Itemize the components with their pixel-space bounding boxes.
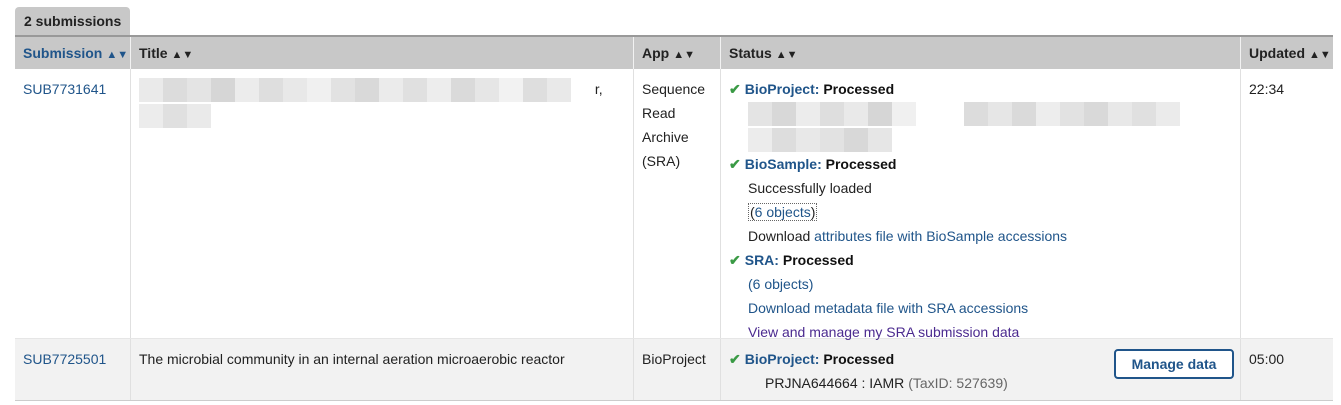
check-icon: ✔: [729, 251, 741, 268]
redacted-title-line2: [139, 103, 219, 128]
table-header: Submission ▲▼ Title ▲▼ App ▲▼ Status ▲▼ Upda…: [15, 35, 1333, 69]
updated-cell: 05:00: [1249, 351, 1285, 367]
sort-icon: ▲▼: [171, 49, 194, 61]
status-cell: ✔ BioProject: Processed PRJNA644664 : IAM…: [721, 339, 1241, 400]
biosample-objects-link[interactable]: (6 objects): [748, 202, 818, 221]
sra-manage-link[interactable]: View and manage my SRA submission data: [748, 324, 1019, 340]
redacted-title: [139, 78, 579, 103]
title-cell: r,: [131, 69, 634, 338]
sort-icon: ▲▼: [106, 49, 129, 61]
col-updated-header[interactable]: Updated ▲▼: [1241, 37, 1333, 69]
table-row: SUB7725501 The microbial community in an…: [15, 339, 1333, 401]
sra-metadata-download-link[interactable]: Download metadata file with SRA accessio…: [748, 300, 1028, 316]
submission-link[interactable]: SUB7725501: [23, 351, 106, 367]
submissions-count-tab: 2 submissions: [15, 7, 131, 35]
submissions-table: Submission ▲▼ Title ▲▼ App ▲▼ Status ▲▼ Upda…: [15, 35, 1333, 401]
app-cell: BioProject: [634, 339, 721, 400]
status-cell: ✔ BioProject: Processed ✔ BioSample: Proce…: [721, 69, 1241, 340]
sort-icon: ▲▼: [775, 49, 798, 61]
redacted-bioproject: [748, 102, 1188, 127]
sort-icon: ▲▼: [1309, 49, 1331, 61]
check-icon: ✔: [729, 351, 741, 367]
check-icon: ✔: [729, 81, 741, 97]
check-icon: ✔: [729, 155, 741, 172]
sort-icon: ▲▼: [673, 49, 695, 61]
submission-link[interactable]: SUB7731641: [23, 81, 106, 97]
updated-cell: 22:34: [1249, 81, 1285, 97]
table-row: SUB7731641 r, Sequence Read Archive (SRA…: [15, 69, 1333, 340]
col-app-header[interactable]: App ▲▼: [634, 37, 721, 69]
title-fragment: r,: [594, 81, 603, 97]
title-cell: The microbial community in an internal a…: [131, 339, 634, 400]
col-submission-header[interactable]: Submission ▲▼: [15, 37, 131, 69]
app-cell: Sequence Read Archive (SRA): [634, 69, 721, 338]
biosample-attributes-download-link[interactable]: attributes file with BioSample accession…: [814, 228, 1067, 244]
col-status-header[interactable]: Status ▲▼: [721, 37, 1241, 69]
manage-data-button[interactable]: Manage data: [1114, 349, 1234, 379]
col-title-header[interactable]: Title ▲▼: [131, 37, 634, 69]
sra-objects-link[interactable]: (6 objects): [748, 276, 813, 292]
